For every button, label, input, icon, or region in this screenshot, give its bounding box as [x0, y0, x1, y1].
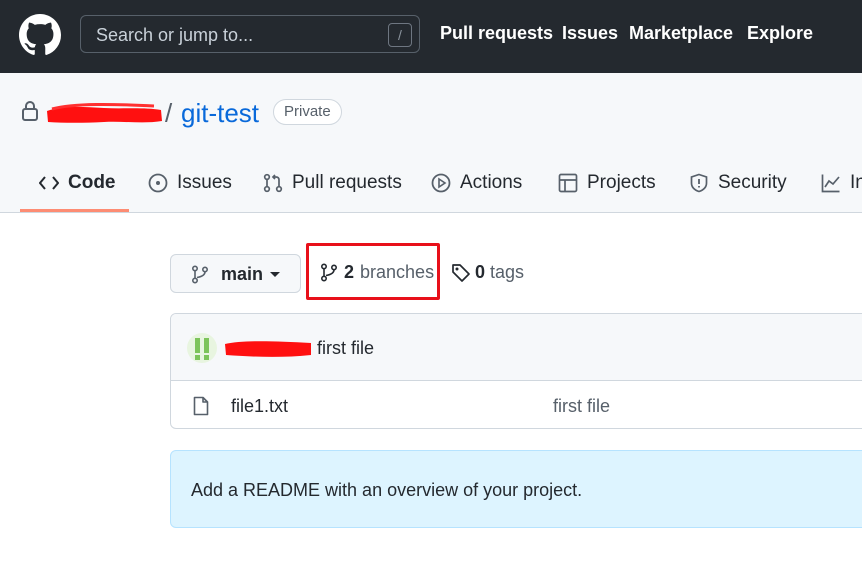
- tab-pull-requests-label: Pull requests: [292, 172, 402, 193]
- tab-actions-label: Actions: [460, 172, 523, 193]
- file-commit-message[interactable]: first file: [553, 396, 610, 417]
- lock-icon: [22, 101, 38, 121]
- global-header: Search or jump to... / Pull requests Iss…: [0, 0, 862, 73]
- tab-security[interactable]: Security: [689, 170, 787, 196]
- table-row: file1.txt first file: [171, 381, 862, 428]
- nav-marketplace[interactable]: Marketplace: [629, 23, 733, 44]
- current-branch-label: main: [221, 264, 264, 284]
- tab-pull-requests[interactable]: Pull requests: [263, 170, 402, 196]
- visibility-badge: Private: [273, 99, 342, 125]
- selected-tab-indicator: [20, 209, 129, 212]
- repo-name-link[interactable]: git-test: [181, 98, 259, 129]
- search-input[interactable]: Search or jump to... /: [80, 15, 420, 53]
- tags-link[interactable]: 0 tags: [451, 262, 524, 283]
- issue-opened-icon: [148, 173, 168, 193]
- avatar[interactable]: [187, 333, 217, 363]
- file-list: first file file1.txt first file: [170, 313, 862, 429]
- tab-actions[interactable]: Actions: [431, 170, 522, 196]
- github-logo-icon[interactable]: [19, 14, 61, 56]
- readme-notice: Add a README with an overview of your pr…: [170, 450, 862, 528]
- search-placeholder: Search or jump to...: [96, 25, 254, 45]
- nav-pull-requests[interactable]: Pull requests: [440, 23, 553, 44]
- nav-explore[interactable]: Explore: [747, 23, 813, 44]
- redacted-owner-name: [47, 102, 162, 123]
- git-branch-icon: [191, 265, 209, 284]
- tags-label: tags: [490, 262, 525, 282]
- tab-code-label: Code: [68, 172, 116, 193]
- latest-commit-message[interactable]: first file: [317, 338, 374, 359]
- graph-icon: [821, 174, 840, 193]
- code-icon: [39, 176, 59, 190]
- readme-notice-text: Add a README with an overview of your pr…: [191, 480, 583, 500]
- file-icon: [193, 396, 209, 416]
- redacted-author-name: [225, 341, 311, 357]
- tag-icon: [452, 263, 470, 282]
- tags-count: 0: [475, 262, 486, 282]
- table-icon: [558, 173, 578, 193]
- nav-issues[interactable]: Issues: [562, 23, 618, 44]
- latest-commit-row: first file: [171, 314, 862, 381]
- tab-code[interactable]: Code: [39, 170, 116, 196]
- branch-select-button[interactable]: main: [170, 254, 301, 293]
- tab-insights[interactable]: In: [821, 170, 862, 196]
- shield-icon: [690, 173, 708, 193]
- tab-issues-label: Issues: [177, 172, 232, 193]
- search-shortcut-key: /: [388, 23, 412, 47]
- tab-issues[interactable]: Issues: [148, 170, 232, 196]
- tab-security-label: Security: [718, 172, 787, 193]
- git-pull-request-icon: [263, 173, 283, 193]
- tab-projects[interactable]: Projects: [558, 170, 656, 196]
- repo-path-separator: /: [165, 98, 173, 128]
- tab-insights-label: In: [850, 172, 862, 193]
- file-name-link[interactable]: file1.txt: [231, 396, 288, 417]
- chevron-down-icon: [270, 272, 280, 277]
- highlight-annotation-box: [306, 243, 440, 300]
- play-icon: [431, 173, 451, 193]
- tab-projects-label: Projects: [587, 172, 656, 193]
